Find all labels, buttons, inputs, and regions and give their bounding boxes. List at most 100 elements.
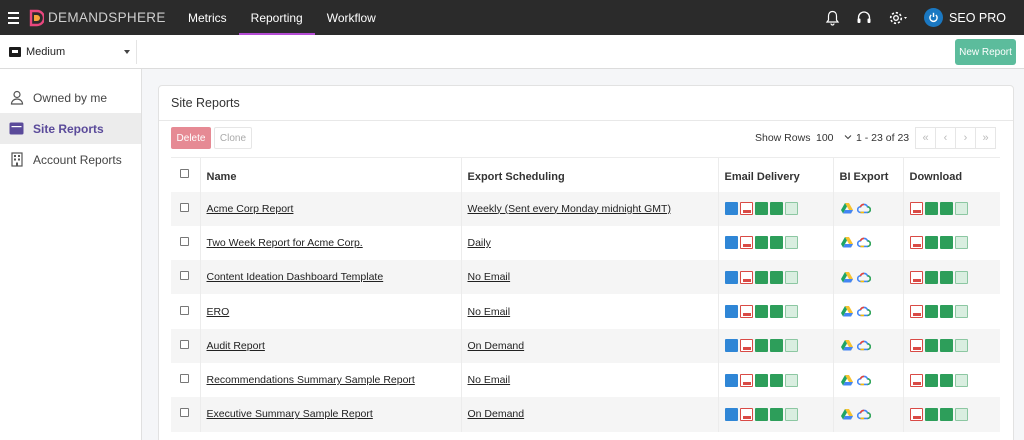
download-csv-icon[interactable] bbox=[954, 270, 968, 284]
email-pdf-icon[interactable] bbox=[739, 373, 753, 387]
google-cloud-icon[interactable] bbox=[856, 236, 871, 249]
email-mail-icon[interactable] bbox=[724, 305, 738, 319]
user-account-button[interactable]: SEO PRO bbox=[918, 8, 1024, 27]
email-xlsx-icon[interactable] bbox=[769, 305, 783, 319]
google-drive-icon[interactable] bbox=[840, 374, 854, 387]
tab-metrics[interactable]: Metrics bbox=[176, 0, 239, 35]
prev-page-icon[interactable]: ‹ bbox=[935, 127, 956, 149]
email-pdf-icon[interactable] bbox=[739, 236, 753, 250]
report-name-link[interactable]: Content Ideation Dashboard Template bbox=[207, 271, 384, 283]
email-xlsx-icon[interactable] bbox=[769, 270, 783, 284]
email-mail-icon[interactable] bbox=[724, 339, 738, 353]
email-mail-icon[interactable] bbox=[724, 270, 738, 284]
download-csv-icon[interactable] bbox=[954, 236, 968, 250]
row-checkbox[interactable] bbox=[180, 271, 189, 281]
email-csv-icon[interactable] bbox=[784, 270, 798, 284]
row-checkbox[interactable] bbox=[180, 305, 189, 315]
email-xls-icon[interactable] bbox=[754, 236, 768, 250]
download-xlsx-icon[interactable] bbox=[939, 407, 953, 421]
email-mail-icon[interactable] bbox=[724, 236, 738, 250]
sidebar-item-owned-by-me[interactable]: Owned by me bbox=[0, 82, 141, 113]
email-xlsx-icon[interactable] bbox=[769, 236, 783, 250]
email-xlsx-icon[interactable] bbox=[769, 373, 783, 387]
download-pdf-icon[interactable] bbox=[909, 202, 923, 216]
new-report-button[interactable]: New Report bbox=[955, 39, 1016, 65]
google-drive-icon[interactable] bbox=[840, 271, 854, 284]
email-mail-icon[interactable] bbox=[724, 373, 738, 387]
headset-icon[interactable] bbox=[848, 0, 880, 35]
download-xls-icon[interactable] bbox=[924, 202, 938, 216]
google-drive-icon[interactable] bbox=[840, 408, 854, 421]
next-page-icon[interactable]: › bbox=[955, 127, 976, 149]
column-header-export-scheduling[interactable]: Export Scheduling bbox=[461, 157, 719, 192]
download-csv-icon[interactable] bbox=[954, 202, 968, 216]
brand-logo[interactable]: DEMANDSPHERE bbox=[28, 9, 176, 27]
download-xls-icon[interactable] bbox=[924, 236, 938, 250]
email-csv-icon[interactable] bbox=[784, 236, 798, 250]
download-csv-icon[interactable] bbox=[954, 305, 968, 319]
download-csv-icon[interactable] bbox=[954, 339, 968, 353]
google-cloud-icon[interactable] bbox=[856, 374, 871, 387]
clone-button[interactable]: Clone bbox=[214, 127, 252, 149]
download-xls-icon[interactable] bbox=[924, 305, 938, 319]
email-csv-icon[interactable] bbox=[784, 373, 798, 387]
report-name-link[interactable]: Acme Corp Report bbox=[207, 203, 294, 215]
delete-button[interactable]: Delete bbox=[171, 127, 211, 149]
export-scheduling-link[interactable]: Weekly (Sent every Monday midnight GMT) bbox=[468, 203, 671, 215]
email-xls-icon[interactable] bbox=[754, 270, 768, 284]
property-select[interactable]: Medium bbox=[6, 40, 137, 64]
sidebar-item-account-reports[interactable]: Account Reports bbox=[0, 144, 141, 175]
email-mail-icon[interactable] bbox=[724, 407, 738, 421]
email-xlsx-icon[interactable] bbox=[769, 407, 783, 421]
rows-per-page-select[interactable]: 100 bbox=[816, 132, 834, 144]
google-cloud-icon[interactable] bbox=[856, 408, 871, 421]
report-name-link[interactable]: Recommendations Summary Sample Report bbox=[207, 374, 415, 386]
email-xls-icon[interactable] bbox=[754, 407, 768, 421]
export-scheduling-link[interactable]: Daily bbox=[468, 237, 491, 249]
export-scheduling-link[interactable]: No Email bbox=[468, 306, 511, 318]
download-xlsx-icon[interactable] bbox=[939, 339, 953, 353]
google-cloud-icon[interactable] bbox=[856, 202, 871, 215]
row-checkbox[interactable] bbox=[180, 202, 189, 212]
download-xlsx-icon[interactable] bbox=[939, 236, 953, 250]
email-csv-icon[interactable] bbox=[784, 202, 798, 216]
row-checkbox[interactable] bbox=[180, 374, 189, 384]
download-xls-icon[interactable] bbox=[924, 270, 938, 284]
download-xlsx-icon[interactable] bbox=[939, 202, 953, 216]
download-xls-icon[interactable] bbox=[924, 407, 938, 421]
row-checkbox[interactable] bbox=[180, 339, 189, 349]
email-csv-icon[interactable] bbox=[784, 305, 798, 319]
email-xls-icon[interactable] bbox=[754, 202, 768, 216]
email-xlsx-icon[interactable] bbox=[769, 202, 783, 216]
row-checkbox[interactable] bbox=[180, 408, 189, 418]
google-drive-icon[interactable] bbox=[840, 305, 854, 318]
email-pdf-icon[interactable] bbox=[739, 305, 753, 319]
row-checkbox[interactable] bbox=[180, 236, 189, 246]
download-xlsx-icon[interactable] bbox=[939, 373, 953, 387]
bell-icon[interactable] bbox=[816, 0, 848, 35]
email-pdf-icon[interactable] bbox=[739, 407, 753, 421]
export-scheduling-link[interactable]: On Demand bbox=[468, 340, 525, 352]
tab-reporting[interactable]: Reporting bbox=[238, 0, 315, 35]
tab-workflow[interactable]: Workflow bbox=[315, 0, 388, 35]
email-pdf-icon[interactable] bbox=[739, 202, 753, 216]
report-name-link[interactable]: ERO bbox=[207, 306, 230, 318]
download-xls-icon[interactable] bbox=[924, 373, 938, 387]
chevron-down-icon[interactable] bbox=[844, 132, 852, 142]
email-xls-icon[interactable] bbox=[754, 339, 768, 353]
download-pdf-icon[interactable] bbox=[909, 339, 923, 353]
download-pdf-icon[interactable] bbox=[909, 270, 923, 284]
sidebar-item-site-reports[interactable]: Site Reports bbox=[0, 113, 141, 144]
download-pdf-icon[interactable] bbox=[909, 407, 923, 421]
export-scheduling-link[interactable]: On Demand bbox=[468, 408, 525, 420]
report-name-link[interactable]: Audit Report bbox=[207, 340, 265, 352]
download-xls-icon[interactable] bbox=[924, 339, 938, 353]
first-page-icon[interactable]: « bbox=[915, 127, 936, 149]
email-mail-icon[interactable] bbox=[724, 202, 738, 216]
download-csv-icon[interactable] bbox=[954, 407, 968, 421]
email-csv-icon[interactable] bbox=[784, 339, 798, 353]
last-page-icon[interactable]: » bbox=[975, 127, 996, 149]
email-pdf-icon[interactable] bbox=[739, 339, 753, 353]
download-pdf-icon[interactable] bbox=[909, 305, 923, 319]
email-pdf-icon[interactable] bbox=[739, 270, 753, 284]
